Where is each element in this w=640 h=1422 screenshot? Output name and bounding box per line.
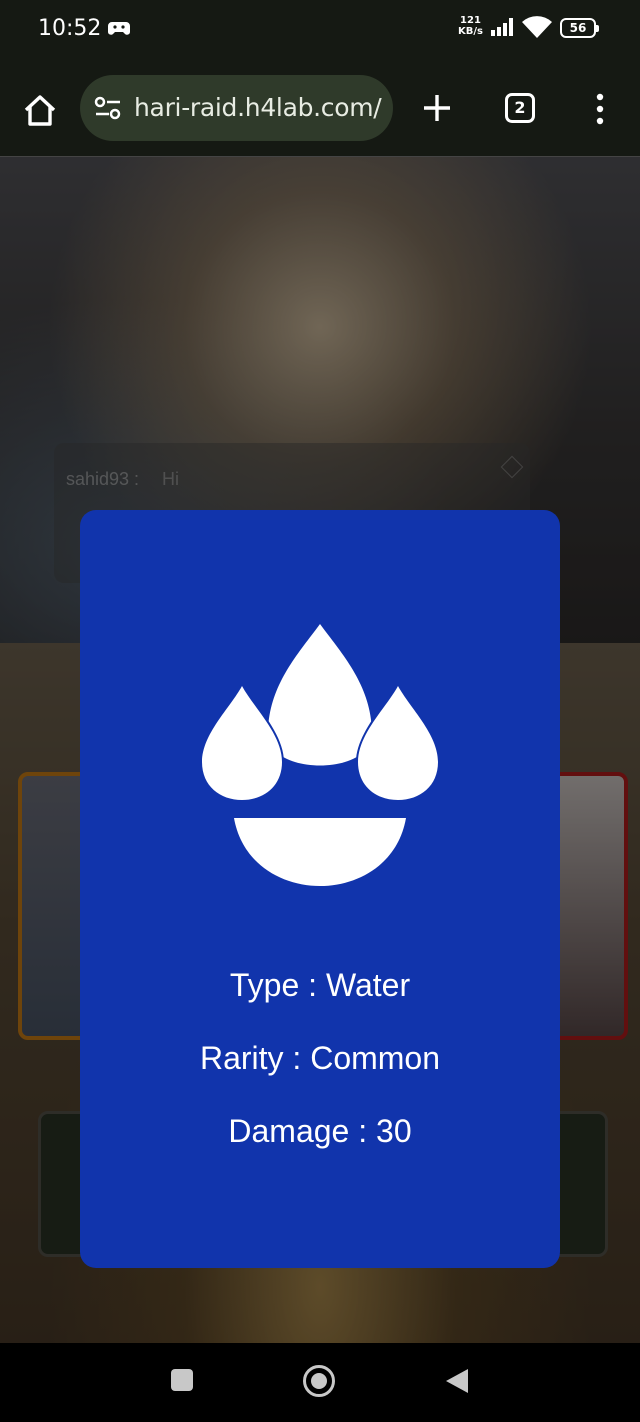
network-speed-unit: KB/s [458, 26, 483, 37]
more-options-icon[interactable] [590, 92, 610, 126]
battery-indicator: 56 [560, 18, 599, 38]
browser-toolbar: hari-raid.h4lab.com/ 2 [0, 60, 640, 157]
status-time: 10:52 [38, 16, 102, 41]
signal-icon [491, 18, 513, 36]
card-type: Type : Water [229, 967, 411, 1003]
address-bar[interactable]: hari-raid.h4lab.com/ [80, 75, 393, 141]
card-detail-modal[interactable]: Type : Water Rarity : Common Damage : 30 [80, 510, 560, 1268]
gamepad-icon [108, 22, 130, 35]
wifi-icon [522, 16, 552, 38]
home-icon[interactable] [20, 90, 60, 130]
tab-switcher-button[interactable]: 2 [505, 93, 535, 123]
card-rarity: Rarity : Common [199, 1040, 441, 1076]
network-speed-value: 121 [460, 15, 481, 26]
site-settings-icon[interactable] [94, 96, 122, 120]
status-bar: 10:52 121 KB/s 56 [0, 0, 640, 60]
new-tab-icon[interactable] [421, 92, 453, 124]
card-damage: Damage : 30 [228, 1113, 412, 1149]
recents-icon[interactable] [171, 1369, 193, 1391]
url-text: hari-raid.h4lab.com/ [134, 93, 382, 122]
system-navigation-bar [0, 1343, 640, 1422]
water-element-icon [202, 624, 438, 886]
network-speed: 121 KB/s [458, 15, 483, 37]
web-page: sahid93 : Hi Type : Water Rarity : Commo… [0, 157, 640, 1343]
home-circle-icon[interactable] [303, 1365, 335, 1397]
back-icon[interactable] [446, 1369, 468, 1393]
